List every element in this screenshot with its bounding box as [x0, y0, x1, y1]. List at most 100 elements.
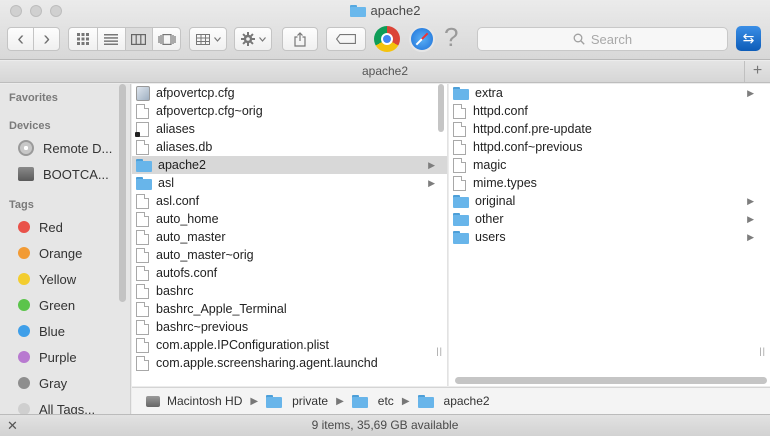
file-name: httpd.conf.pre-update [473, 122, 592, 136]
sidebar-item-remote-d[interactable]: Remote D... [0, 135, 130, 161]
sidebar-tag-yellow[interactable]: Yellow [0, 266, 130, 292]
folder-row[interactable]: apache2 ▶ [132, 156, 447, 174]
file-row[interactable]: magic [449, 156, 770, 174]
file-row[interactable]: httpd.conf [449, 102, 770, 120]
arrange-button[interactable] [189, 27, 227, 51]
file-row[interactable]: afpovertcp.cfg [132, 84, 447, 102]
tab-apache2[interactable]: apache2 [362, 64, 408, 78]
sidebar-tag-all-tags[interactable]: All Tags... [0, 396, 130, 414]
file-name: users [475, 230, 506, 244]
file-row[interactable]: bashrc_Apple_Terminal [132, 300, 447, 318]
file-name: afpovertcp.cfg~orig [156, 104, 263, 118]
folder-row[interactable]: extra ▶ [449, 84, 770, 102]
action-button[interactable] [234, 27, 272, 51]
document-icon [136, 319, 149, 335]
file-row[interactable]: bashrc [132, 282, 447, 300]
edit-tags-button[interactable] [326, 27, 366, 51]
file-row[interactable]: bashrc~previous [132, 318, 447, 336]
breadcrumb-macintosh-hd[interactable]: Macintosh HD [146, 394, 242, 408]
file-row[interactable]: aliases.db [132, 138, 447, 156]
back-button[interactable]: ‹ [8, 28, 33, 50]
document-icon [136, 337, 149, 353]
gear-icon [240, 32, 255, 46]
column-resize-handle[interactable]: || [436, 346, 443, 356]
folder-icon [266, 394, 283, 408]
file-row[interactable]: com.apple.screensharing.agent.launchd [132, 354, 447, 372]
file-name: auto_master [156, 230, 226, 244]
view-mode-control [68, 27, 181, 51]
sidebar-item-label: Gray [39, 375, 68, 391]
share-button[interactable] [282, 27, 318, 51]
folder-row[interactable]: original ▶ [449, 192, 770, 210]
disclosure-arrow-icon: ▶ [747, 214, 754, 224]
back-icon: ‹ [17, 28, 25, 50]
document-icon [136, 103, 149, 119]
file-name: aliases [156, 122, 195, 136]
folder-icon [349, 4, 366, 17]
new-tab-button[interactable]: + [744, 61, 770, 82]
sidebar-heading-tags: Tags [9, 199, 34, 211]
columns-icon [131, 33, 147, 45]
list-view-button[interactable] [96, 28, 125, 50]
disclosure-arrow-icon: ▶ [428, 178, 435, 188]
file-row[interactable]: autofs.conf [132, 264, 447, 282]
file-row[interactable]: auto_home [132, 210, 447, 228]
sidebar-tag-red[interactable]: Red [0, 214, 130, 240]
optical-disc-icon [18, 140, 34, 156]
file-row[interactable]: auto_master~orig [132, 246, 447, 264]
tag-color-dot [18, 325, 30, 337]
file-name: apache2 [158, 158, 206, 172]
search-field[interactable]: Search [477, 27, 728, 51]
column-etc-scrollbar[interactable] [438, 84, 444, 132]
breadcrumb-private[interactable]: private [266, 394, 328, 408]
document-icon [136, 229, 149, 245]
document-icon [453, 139, 466, 155]
sidebar-tag-blue[interactable]: Blue [0, 318, 130, 344]
folder-row[interactable]: asl ▶ [132, 174, 447, 192]
help-icon[interactable]: ? [444, 22, 458, 53]
document-icon [136, 283, 149, 299]
document-icon [136, 265, 149, 281]
file-row[interactable]: auto_master [132, 228, 447, 246]
sidebar-item-label: Blue [39, 323, 66, 339]
sidebar-item-label: Orange [39, 245, 83, 261]
sidebar-tag-gray[interactable]: Gray [0, 370, 130, 396]
breadcrumb-etc[interactable]: etc [351, 394, 394, 408]
cover-flow-button[interactable] [152, 28, 180, 50]
file-row[interactable]: com.apple.IPConfiguration.plist [132, 336, 447, 354]
file-name: afpovertcp.cfg [156, 86, 235, 100]
forward-button[interactable]: › [33, 28, 59, 50]
file-row[interactable]: mime.types [449, 174, 770, 192]
sidebar-tag-purple[interactable]: Purple [0, 344, 130, 370]
folder-row[interactable]: other ▶ [449, 210, 770, 228]
file-row[interactable]: httpd.conf.pre-update [449, 120, 770, 138]
cover-flow-icon [158, 33, 176, 45]
folder-row[interactable]: users ▶ [449, 228, 770, 246]
file-name: asl.conf [156, 194, 200, 208]
sidebar-item-bootca[interactable]: BOOTCA... [0, 161, 130, 187]
file-row[interactable]: aliases [132, 120, 447, 138]
horizontal-scrollbar[interactable] [455, 377, 767, 384]
chevron-right-icon: ▶ [401, 395, 410, 407]
chrome-icon[interactable] [374, 26, 400, 52]
collapse-sidebar-icon[interactable]: ✕ [7, 416, 18, 436]
file-name: httpd.conf [473, 104, 528, 118]
share-icon [294, 31, 306, 47]
teamviewer-icon[interactable]: ⇆ [736, 26, 761, 51]
path-bar: Macintosh HD ▶ private ▶ etc ▶ apache2 [132, 387, 770, 414]
sidebar-scrollbar[interactable] [119, 84, 126, 302]
file-row[interactable]: httpd.conf~previous [449, 138, 770, 156]
file-name: bashrc_Apple_Terminal [156, 302, 287, 316]
sidebar-tag-green[interactable]: Green [0, 292, 130, 318]
file-name: bashrc [156, 284, 194, 298]
column-resize-handle[interactable]: || [759, 346, 766, 356]
file-row[interactable]: afpovertcp.cfg~orig [132, 102, 447, 120]
tag-color-dot [18, 247, 30, 259]
column-view-button[interactable] [124, 28, 153, 50]
safari-icon[interactable] [409, 26, 435, 52]
sidebar-tag-orange[interactable]: Orange [0, 240, 130, 266]
icon-view-button[interactable] [69, 28, 97, 50]
file-row[interactable]: asl.conf [132, 192, 447, 210]
breadcrumb-label: etc [377, 394, 394, 408]
breadcrumb-apache2[interactable]: apache2 [417, 394, 490, 408]
